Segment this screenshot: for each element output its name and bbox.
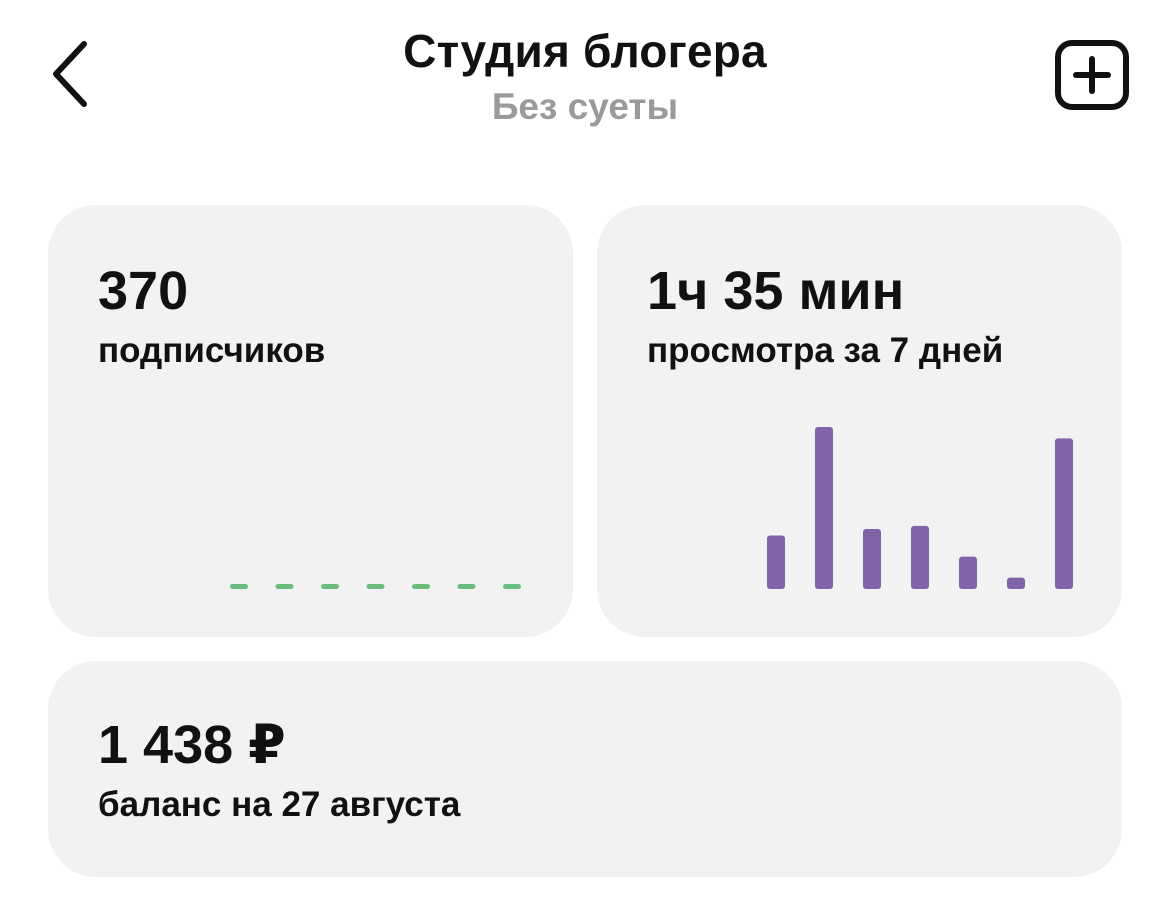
chart-bar [911, 525, 929, 589]
chart-bar [230, 584, 248, 589]
chart-bar [815, 427, 833, 589]
chart-bar [412, 584, 430, 589]
chart-bar [1055, 438, 1073, 589]
back-button[interactable] [40, 36, 104, 112]
chevron-left-icon [53, 41, 87, 107]
header-titles: Студия блогера Без суеты [285, 24, 885, 130]
views-card[interactable]: 1ч 35 мин просмотра за 7 дней [597, 205, 1122, 637]
balance-label: баланс на 27 августа [98, 785, 461, 824]
balance-card[interactable]: 1 438 ₽ баланс на 27 августа [48, 661, 1122, 877]
chart-bar [275, 584, 294, 589]
balance-amount: 1 438 ₽ [98, 715, 286, 775]
chart-bar [1007, 577, 1025, 589]
plus-square-icon [1055, 40, 1129, 110]
blogger-studio-screen: Студия блогера Без суеты 370 подписчиков… [0, 0, 1170, 913]
chart-bar [959, 556, 977, 589]
subscribers-card[interactable]: 370 подписчиков [48, 205, 573, 637]
views-chart [767, 427, 1073, 589]
chart-bar [503, 584, 521, 589]
chart-bar [321, 584, 339, 589]
subscribers-chart [230, 584, 521, 589]
chart-bar [366, 584, 385, 589]
page-title: Студия блогера [403, 25, 767, 77]
chart-bar [767, 535, 785, 589]
page-subtitle: Без суеты [491, 86, 679, 127]
add-content-button[interactable] [1053, 39, 1131, 111]
chart-bar [863, 529, 881, 589]
chart-bar [457, 584, 476, 589]
